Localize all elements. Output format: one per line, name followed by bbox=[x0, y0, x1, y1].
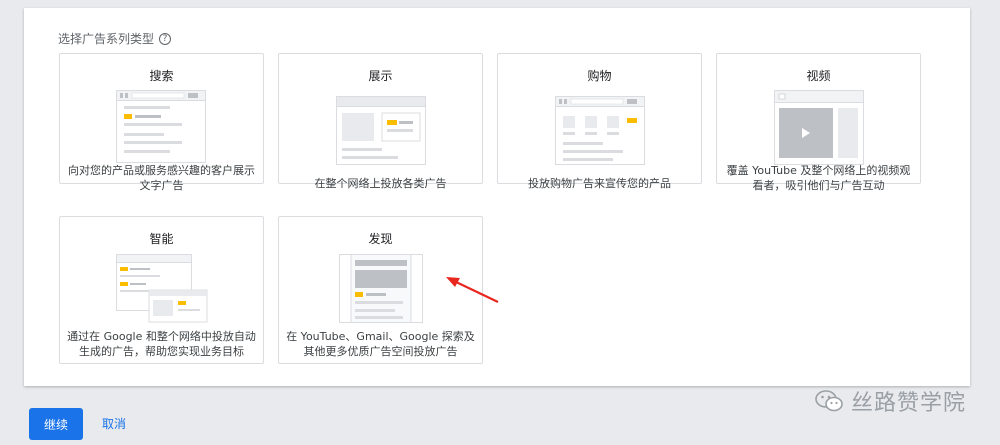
card-title: 购物 bbox=[587, 69, 612, 83]
card-shopping[interactable]: 购物 投放购物广告来宣传您的产品 bbox=[497, 53, 702, 190]
card-desc: 向对您的产品或服务感兴趣的客户展示文字广告 bbox=[68, 164, 255, 192]
card-desc: 投放购物广告来宣传您的产品 bbox=[528, 177, 671, 190]
continue-button[interactable]: 继续 bbox=[29, 408, 83, 440]
red-arrow-annotation bbox=[446, 277, 499, 303]
card-display[interactable]: 展示 在整个网络上投放各类广告 bbox=[278, 53, 483, 190]
watermark-text: 丝路赞学院 bbox=[851, 391, 967, 416]
card-smart[interactable]: 智能 通过在 Google 和整个网络中投放自动生成的广告，帮助您实现业务目标 bbox=[59, 216, 264, 364]
shopping-illustration bbox=[555, 96, 645, 165]
video-illustration bbox=[774, 90, 864, 165]
card-desc: 通过在 Google 和整个网络中投放自动生成的广告，帮助您实现业务目标 bbox=[67, 330, 256, 358]
card-desc: 在整个网络上投放各类广告 bbox=[314, 177, 447, 190]
smart-illustration bbox=[116, 254, 208, 323]
card-video[interactable]: 视频 覆盖 YouTube 及整个网络上的视频观看者，吸引他们与广告互动 bbox=[716, 53, 921, 192]
card-title: 展示 bbox=[368, 69, 393, 83]
card-title: 智能 bbox=[149, 232, 174, 246]
card-desc: 覆盖 YouTube 及整个网络上的视频观看者，吸引他们与广告互动 bbox=[726, 164, 911, 192]
card-title: 搜索 bbox=[149, 69, 174, 83]
wechat-icon bbox=[815, 390, 843, 412]
card-title: 视频 bbox=[806, 69, 831, 83]
discovery-illustration bbox=[339, 254, 423, 323]
help-icon[interactable]: ? bbox=[159, 32, 172, 45]
section-label-text: 选择广告系列类型 bbox=[58, 32, 155, 46]
display-illustration bbox=[336, 96, 426, 165]
section-label: 选择广告系列类型 ? bbox=[58, 30, 172, 47]
card-desc: 在 YouTube、Gmail、Google 探索及其他更多优质广告空间投放广告 bbox=[286, 330, 475, 358]
watermark: 丝路赞学院 bbox=[815, 385, 966, 417]
card-search[interactable]: 搜索 向对您的产品或服务感兴趣的客户展示文字广告 bbox=[59, 53, 264, 192]
campaign-type-panel: 选择广告系列类型 ? 搜索 向对您的产品或服务感兴趣的客户展示文字广告 展示 在… bbox=[24, 8, 970, 386]
card-title: 发现 bbox=[368, 232, 393, 246]
cancel-button[interactable]: 取消 bbox=[102, 415, 126, 432]
search-illustration bbox=[116, 90, 206, 163]
